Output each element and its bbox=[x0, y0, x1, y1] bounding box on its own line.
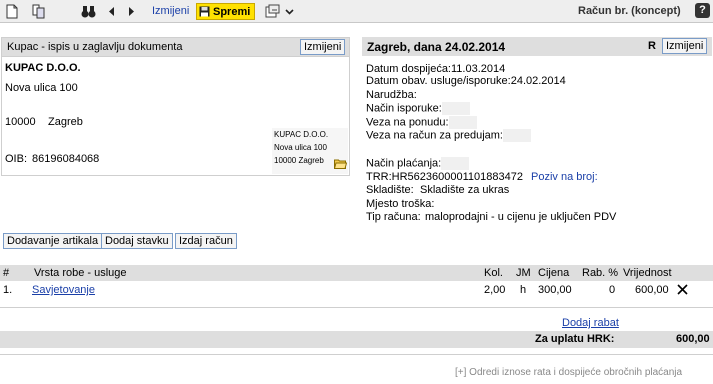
help-button[interactable]: ? bbox=[695, 3, 710, 18]
row-qty: 2,00 bbox=[484, 284, 506, 296]
add-discount-link[interactable]: Dodaj rabat bbox=[562, 317, 619, 329]
customer-street: Nova ulica 100 bbox=[5, 82, 78, 94]
payment-method-value[interactable] bbox=[441, 157, 470, 170]
chevron-down-icon[interactable] bbox=[285, 4, 294, 19]
previous-arrow-icon[interactable] bbox=[107, 4, 115, 19]
col-discount: Rab. % bbox=[582, 267, 619, 279]
col-item: Vrsta robe - usluge bbox=[34, 267, 127, 279]
document-date-title: Zagreb, dana 24.02.2014 bbox=[367, 40, 506, 54]
offer-link-field: Veza na ponudu: bbox=[366, 116, 477, 129]
items-table-header: # Vrsta robe - usluge Kol. JM Cijena Rab… bbox=[0, 265, 713, 281]
new-document-icon[interactable] bbox=[6, 4, 18, 19]
row-discount: 0 bbox=[609, 284, 616, 296]
delete-row-icon[interactable] bbox=[677, 284, 688, 295]
floppy-disk-icon bbox=[199, 6, 210, 17]
customer-city: Zagreb bbox=[48, 116, 83, 128]
delivery-method-field: Način isporuke: bbox=[366, 102, 470, 115]
row-value: 600,00 bbox=[635, 284, 669, 296]
next-arrow-icon[interactable] bbox=[128, 4, 136, 19]
table-divider bbox=[0, 307, 713, 308]
delivery-method-value[interactable] bbox=[441, 102, 470, 115]
customer-panel-header: Kupac - ispis u zaglavlju dokumenta Izmi… bbox=[2, 38, 349, 57]
toolbar: Izmijeni Spremi Račun br. (koncept) ? bbox=[0, 0, 713, 23]
advance-link-value[interactable] bbox=[502, 129, 531, 142]
service-date: Datum obav. usluge/isporuke:24.02.2014 bbox=[366, 75, 566, 87]
document-type-letter: R bbox=[648, 40, 656, 52]
save-label: Spremi bbox=[213, 5, 251, 18]
row-num: 1. bbox=[3, 284, 13, 296]
search-icon[interactable] bbox=[81, 4, 96, 19]
customer-postal-code: 10000 bbox=[5, 116, 36, 128]
total-bar: Za uplatu HRK: 600,00 bbox=[0, 331, 713, 348]
reference-number-label: Poziv na broj: bbox=[531, 171, 598, 183]
cost-center-label: Mjesto troška: bbox=[366, 198, 435, 210]
save-button[interactable]: Spremi bbox=[196, 3, 256, 20]
customer-oib-label: OIB: bbox=[5, 153, 28, 165]
row-unit: h bbox=[520, 284, 527, 296]
document-edit-button[interactable]: Izmijeni bbox=[662, 38, 708, 54]
invoice-type-label: Tip računa: bbox=[366, 211, 421, 223]
payment-method-field: Način plaćanja: bbox=[366, 157, 470, 170]
total-label: Za uplatu HRK: bbox=[535, 333, 615, 345]
customer-panel-title: Kupac - ispis u zaglavlju dokumenta bbox=[7, 41, 183, 53]
issue-invoice-button[interactable]: Izdaj račun bbox=[175, 233, 237, 249]
edit-link[interactable]: Izmijeni bbox=[152, 5, 189, 17]
address-card-line-2: Nova ulica 100 bbox=[274, 143, 327, 152]
address-card-line-1: KUPAC D.O.O. bbox=[274, 130, 329, 139]
row-item-link[interactable]: Savjetovanje bbox=[32, 284, 95, 296]
due-date: Datum dospijeća:11.03.2014 bbox=[366, 63, 506, 75]
col-qty: Kol. bbox=[484, 267, 503, 279]
offer-link-value[interactable] bbox=[448, 116, 477, 129]
copy-icon[interactable] bbox=[32, 4, 46, 19]
export-icon[interactable] bbox=[265, 4, 281, 19]
document-status-title: Račun br. (koncept) bbox=[578, 5, 681, 17]
document-header: Zagreb, dana 24.02.2014 R Izmijeni bbox=[362, 37, 712, 56]
customer-oib: 86196084068 bbox=[32, 153, 100, 165]
folder-open-icon[interactable] bbox=[334, 158, 347, 169]
trr-account: TRR:HR5623600001101883472 bbox=[366, 171, 523, 183]
col-price: Cijena bbox=[538, 267, 570, 279]
invoice-type-value: maloprodajni - u cijenu je uključen PDV bbox=[425, 211, 617, 223]
warehouse-label: Skladište: bbox=[366, 184, 414, 196]
advance-link-field: Veza na račun za predujam: bbox=[366, 129, 531, 142]
col-value: Vrijednost bbox=[623, 267, 672, 279]
customer-edit-button[interactable]: Izmijeni bbox=[300, 39, 346, 55]
col-unit: JM bbox=[516, 267, 531, 279]
footer-divider bbox=[0, 354, 713, 355]
installments-link[interactable]: [+] Odredi iznose rata i dospijeće obroč… bbox=[455, 367, 682, 378]
customer-name: KUPAC D.O.O. bbox=[5, 62, 81, 74]
warehouse-value: Skladište za ukras bbox=[420, 184, 510, 196]
order-field: Narudžba: bbox=[366, 89, 417, 101]
add-row-button[interactable]: Dodaj stavku bbox=[101, 233, 173, 249]
total-value: 600,00 bbox=[676, 333, 710, 345]
row-price: 300,00 bbox=[538, 284, 572, 296]
col-num: # bbox=[3, 267, 10, 279]
add-items-button[interactable]: Dodavanje artikala bbox=[3, 233, 103, 249]
